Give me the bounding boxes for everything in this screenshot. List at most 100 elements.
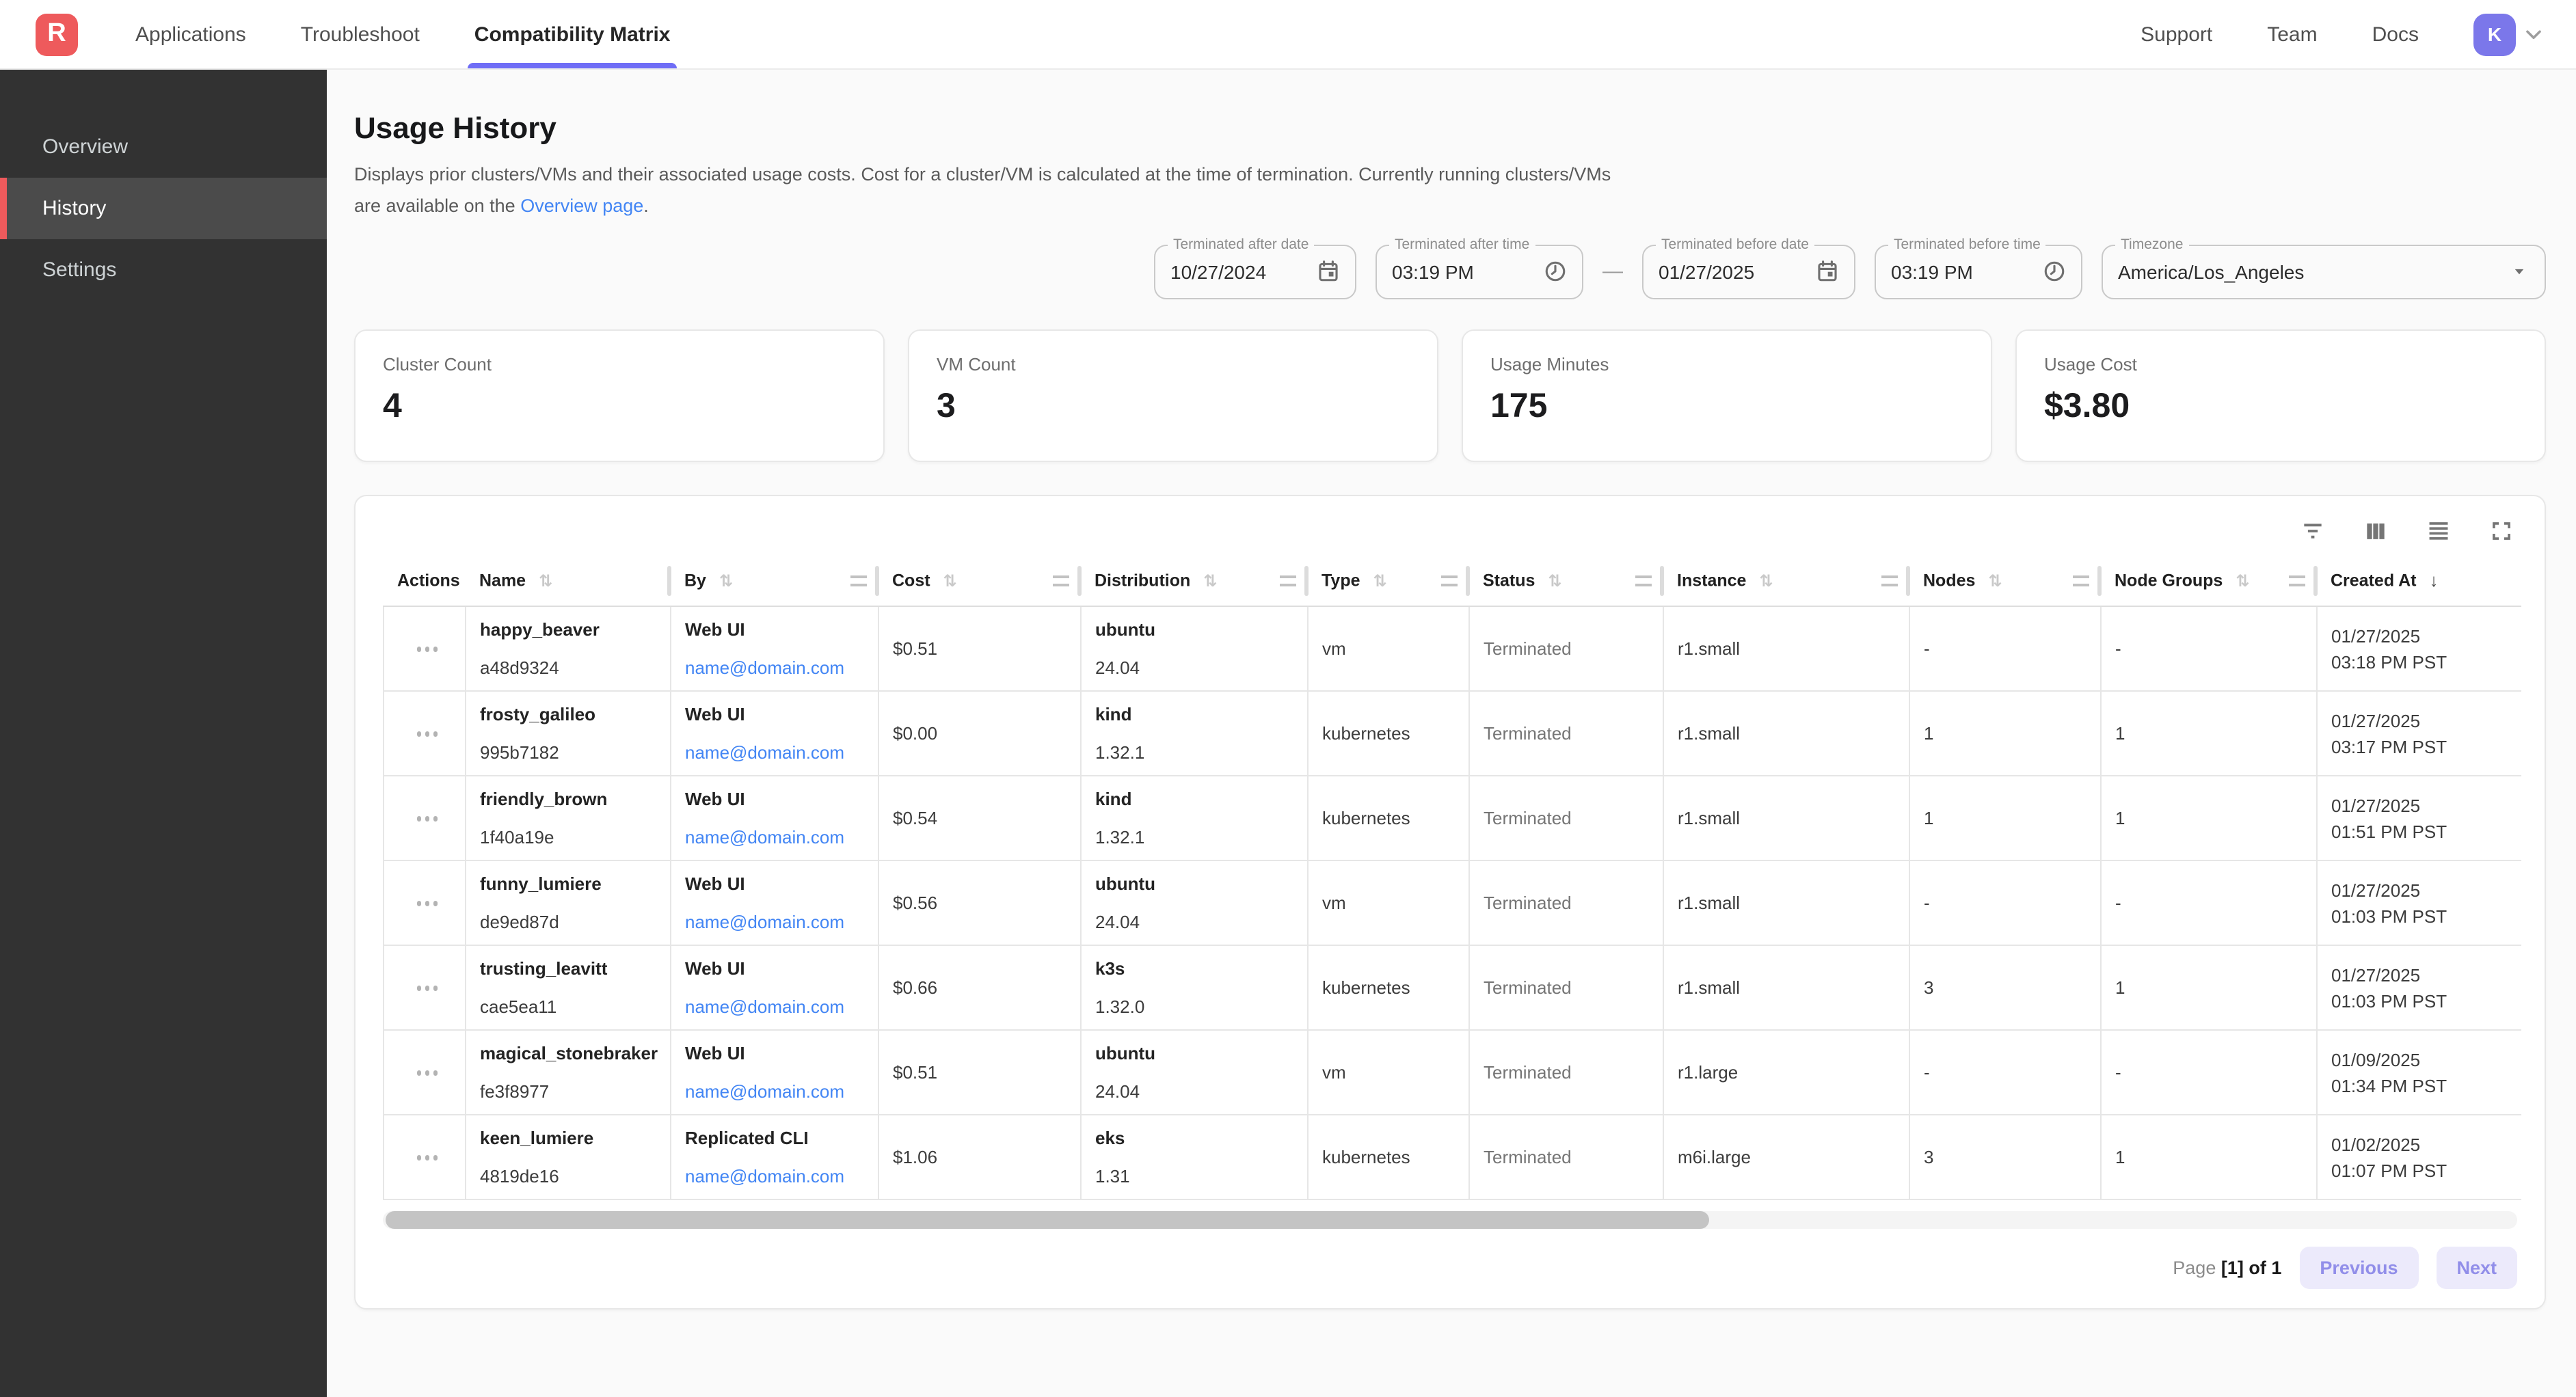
clock-icon[interactable] bbox=[2043, 260, 2066, 284]
account-menu[interactable]: K bbox=[2473, 13, 2546, 55]
support-link[interactable]: Support bbox=[2141, 23, 2212, 46]
column-drag-handle[interactable] bbox=[1440, 575, 1457, 586]
terminated-after-time-field[interactable]: Terminated after time 03:19 PM bbox=[1376, 245, 1583, 299]
column-drag-handle[interactable] bbox=[2072, 575, 2089, 586]
field-value[interactable]: America/Los_Angeles bbox=[2118, 261, 2498, 283]
row-actions-button[interactable] bbox=[412, 1062, 444, 1083]
created-date: 01/27/2025 bbox=[2331, 708, 2512, 734]
stat-card-cluster-count: Cluster Count 4 bbox=[354, 329, 885, 462]
column-drag-handle[interactable] bbox=[850, 575, 866, 586]
page-count: [1] of 1 bbox=[2221, 1258, 2282, 1279]
overview-page-link[interactable]: Overview page bbox=[520, 195, 643, 216]
column-header-name[interactable]: Name ⇅ bbox=[466, 555, 671, 607]
sort-icon[interactable]: ⇅ bbox=[1759, 571, 1773, 591]
primary-tabs: Applications Troubleshoot Compatibility … bbox=[135, 0, 671, 68]
column-drag-handle[interactable] bbox=[1052, 575, 1069, 586]
nodes-cell: - bbox=[1909, 607, 2101, 692]
node-groups-cell: 1 bbox=[2101, 1115, 2317, 1200]
row-actions-button[interactable] bbox=[412, 893, 444, 914]
column-label: Status bbox=[1483, 571, 1535, 591]
docs-link[interactable]: Docs bbox=[2372, 23, 2419, 46]
sort-icon[interactable]: ⇅ bbox=[1548, 571, 1561, 591]
distribution-cell: eks1.31 bbox=[1081, 1115, 1308, 1200]
sidebar-item-settings[interactable]: Settings bbox=[0, 239, 327, 301]
filter-button[interactable] bbox=[2300, 518, 2326, 544]
created-date: 01/27/2025 bbox=[2331, 962, 2512, 988]
created-by-email-link[interactable]: name@domain.com bbox=[685, 910, 870, 936]
created-by-email-link[interactable]: name@domain.com bbox=[685, 740, 870, 766]
sort-icon[interactable]: ⇅ bbox=[2236, 571, 2249, 591]
dropdown-arrow-icon[interactable] bbox=[2509, 262, 2530, 282]
tab-compatibility-matrix[interactable]: Compatibility Matrix bbox=[474, 0, 671, 68]
created-by-email-link[interactable]: name@domain.com bbox=[685, 655, 870, 681]
terminated-before-date-field[interactable]: Terminated before date 01/27/2025 bbox=[1642, 245, 1855, 299]
actions-cell bbox=[384, 861, 466, 946]
row-actions-button[interactable] bbox=[412, 977, 444, 999]
density-button[interactable] bbox=[2426, 518, 2452, 544]
name-cell: friendly_brown1f40a19e bbox=[466, 776, 671, 861]
sort-icon[interactable]: ⇅ bbox=[719, 571, 733, 591]
sort-icon[interactable]: ⇅ bbox=[1373, 571, 1386, 591]
column-label: Distribution bbox=[1095, 571, 1190, 591]
sort-icon[interactable]: ⇅ bbox=[1203, 571, 1217, 591]
created-by-email-link[interactable]: name@domain.com bbox=[685, 994, 870, 1020]
clock-icon[interactable] bbox=[1544, 260, 1567, 284]
column-header-created-at[interactable]: Created At ↓ bbox=[2317, 555, 2521, 607]
column-header-status[interactable]: Status ⇅ bbox=[1469, 555, 1663, 607]
row-actions-button[interactable] bbox=[412, 1147, 444, 1168]
column-header-by[interactable]: By ⇅ bbox=[671, 555, 878, 607]
row-actions-button[interactable] bbox=[412, 638, 444, 660]
tab-troubleshoot[interactable]: Troubleshoot bbox=[301, 0, 420, 68]
column-header-node-groups[interactable]: Node Groups ⇅ bbox=[2101, 555, 2317, 607]
column-header-type[interactable]: Type ⇅ bbox=[1308, 555, 1469, 607]
sort-desc-icon[interactable]: ↓ bbox=[2429, 570, 2438, 591]
replicated-logo[interactable]: R bbox=[36, 13, 78, 55]
terminated-before-time-field[interactable]: Terminated before time 03:19 PM bbox=[1875, 245, 2082, 299]
avatar[interactable]: K bbox=[2473, 13, 2516, 55]
created-by-email-link[interactable]: name@domain.com bbox=[685, 1164, 870, 1190]
name-cell: trusting_leavittcae5ea11 bbox=[466, 946, 671, 1031]
calendar-icon[interactable] bbox=[1816, 260, 1839, 284]
column-header-cost[interactable]: Cost ⇅ bbox=[878, 555, 1081, 607]
created-by-email-link[interactable]: name@domain.com bbox=[685, 1079, 870, 1105]
sort-icon[interactable]: ⇅ bbox=[1988, 571, 2002, 591]
previous-page-button[interactable]: Previous bbox=[2299, 1247, 2418, 1290]
terminated-after-date-field[interactable]: Terminated after date 10/27/2024 bbox=[1154, 245, 1356, 299]
distribution-version: 1.32.0 bbox=[1095, 994, 1299, 1020]
column-drag-handle[interactable] bbox=[1881, 575, 1897, 586]
column-header-instance[interactable]: Instance ⇅ bbox=[1663, 555, 1909, 607]
column-header-distribution[interactable]: Distribution ⇅ bbox=[1081, 555, 1308, 607]
team-link[interactable]: Team bbox=[2267, 23, 2317, 46]
created-at-cell: 01/02/202501:07 PM PST bbox=[2317, 1115, 2521, 1200]
distribution-version: 24.04 bbox=[1095, 1079, 1299, 1105]
row-actions-button[interactable] bbox=[412, 723, 444, 744]
tab-applications[interactable]: Applications bbox=[135, 0, 246, 68]
sidebar-item-history[interactable]: History bbox=[0, 178, 327, 239]
sidebar-item-overview[interactable]: Overview bbox=[0, 116, 327, 178]
next-page-button[interactable]: Next bbox=[2436, 1247, 2517, 1290]
scrollbar-thumb[interactable] bbox=[386, 1212, 1709, 1230]
fullscreen-button[interactable] bbox=[2488, 518, 2514, 544]
row-actions-button[interactable] bbox=[412, 808, 444, 829]
created-time: 03:17 PM PST bbox=[2331, 734, 2512, 760]
columns-button[interactable] bbox=[2363, 518, 2389, 544]
distribution-name: eks bbox=[1095, 1126, 1299, 1152]
calendar-icon[interactable] bbox=[1317, 260, 1340, 284]
field-value[interactable]: 01/27/2025 bbox=[1659, 261, 1805, 283]
stat-value: 175 bbox=[1490, 387, 1963, 426]
node-groups-cell: - bbox=[2101, 861, 2317, 946]
pagination: Page [1] of 1 Previous Next bbox=[383, 1247, 2517, 1290]
column-drag-handle[interactable] bbox=[2288, 575, 2305, 586]
column-header-nodes[interactable]: Nodes ⇅ bbox=[1909, 555, 2101, 607]
horizontal-scrollbar[interactable] bbox=[383, 1212, 2517, 1230]
field-value[interactable]: 03:19 PM bbox=[1891, 261, 2032, 283]
timezone-select[interactable]: Timezone America/Los_Angeles bbox=[2102, 245, 2546, 299]
sort-icon[interactable]: ⇅ bbox=[943, 571, 957, 591]
column-drag-handle[interactable] bbox=[1279, 575, 1296, 586]
sort-icon[interactable]: ⇅ bbox=[539, 571, 552, 591]
field-value[interactable]: 03:19 PM bbox=[1392, 261, 1533, 283]
instance-cell: m6i.large bbox=[1663, 1115, 1909, 1200]
created-by-email-link[interactable]: name@domain.com bbox=[685, 825, 870, 851]
column-drag-handle[interactable] bbox=[1635, 575, 1651, 586]
field-value[interactable]: 10/27/2024 bbox=[1170, 261, 1306, 283]
